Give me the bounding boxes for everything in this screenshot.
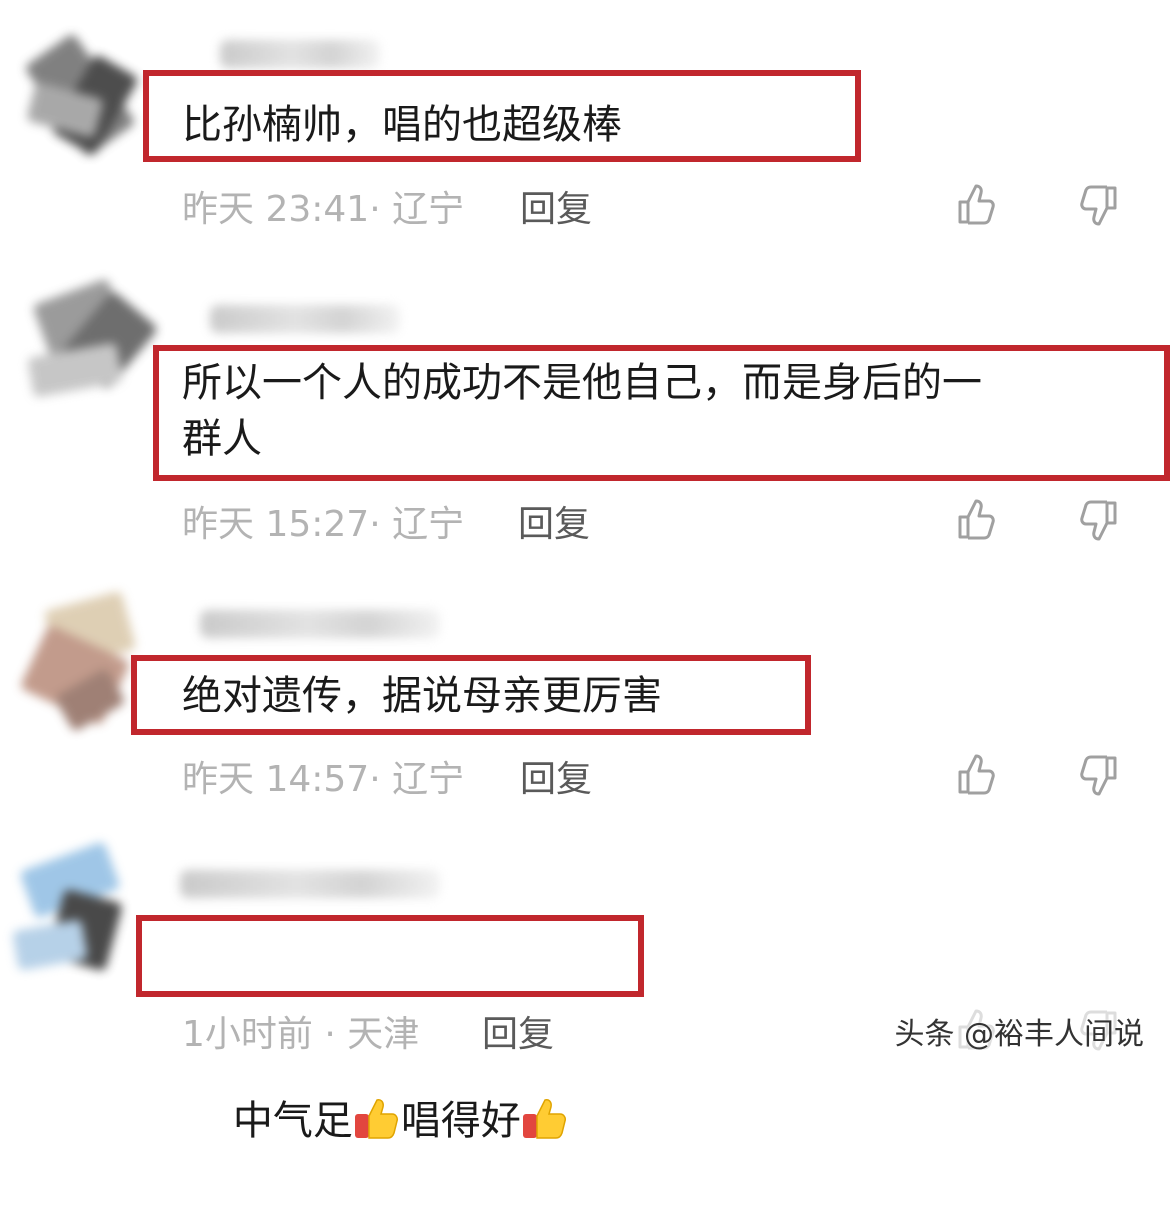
comment-meta: 1小时前 · 天津 bbox=[182, 1014, 420, 1055]
comment-meta: 昨天 14:57· 辽宁 bbox=[182, 759, 465, 800]
reply-button[interactable]: 回复 bbox=[518, 495, 590, 547]
comment-meta: 昨天 15:27· 辽宁 bbox=[182, 504, 465, 545]
comment-text-part: 唱得好 bbox=[400, 1098, 521, 1144]
avatar[interactable] bbox=[27, 278, 159, 400]
comment-text: 比孙楠帅，唱的也超级棒 bbox=[182, 102, 622, 148]
thumbs-down-icon[interactable] bbox=[1075, 497, 1123, 545]
watermark: 头条 @裕丰人间说 bbox=[894, 1017, 1144, 1052]
reply-button[interactable]: 回复 bbox=[482, 1005, 554, 1057]
comment-meta: 昨天 23:41· 辽宁 bbox=[182, 189, 465, 230]
thumbs-up-icon[interactable] bbox=[952, 750, 1000, 798]
comment-text: 绝对遗传，据说母亲更厉害 bbox=[182, 673, 662, 719]
thumbs-down-icon[interactable] bbox=[1075, 182, 1123, 230]
thumbs-up-icon[interactable] bbox=[952, 495, 1000, 543]
comment-text: 中气足 唱得好 bbox=[182, 926, 569, 1205]
reply-button[interactable]: 回复 bbox=[520, 750, 592, 802]
comment-text: 所以一个人的成功不是他自己，而是身后的一 群人 bbox=[182, 360, 982, 462]
username-blurred[interactable] bbox=[210, 305, 400, 333]
avatar[interactable] bbox=[19, 590, 140, 733]
avatar[interactable] bbox=[12, 841, 135, 975]
avatar[interactable] bbox=[23, 30, 150, 158]
thumbs-down-icon[interactable] bbox=[1075, 752, 1123, 800]
username-blurred[interactable] bbox=[220, 40, 380, 68]
comment-text-part: 中气足 bbox=[232, 1098, 353, 1144]
username-blurred[interactable] bbox=[180, 870, 440, 898]
reply-button[interactable]: 回复 bbox=[520, 180, 592, 232]
thumbs-up-icon[interactable] bbox=[952, 180, 1000, 228]
username-blurred[interactable] bbox=[200, 610, 440, 638]
